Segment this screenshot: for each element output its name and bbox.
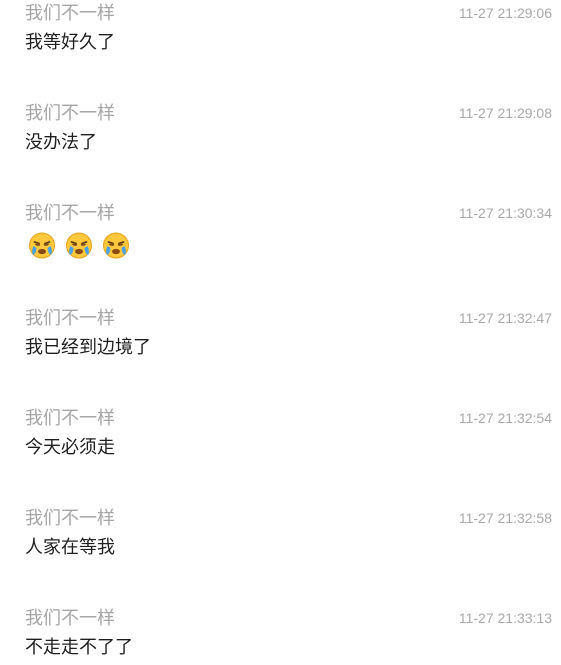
message-timestamp: 11-27 21:33:13 — [458, 610, 552, 626]
message-item: 我们不一样 11-27 21:32:47 我已经到边境了 — [0, 305, 561, 365]
message-timestamp: 11-27 21:29:06 — [458, 5, 552, 21]
message-text: 不走走不了了 — [25, 637, 133, 658]
message-item: 我们不一样 11-27 21:29:08 没办法了 — [0, 100, 561, 160]
message-text: 我已经到边境了 — [25, 337, 151, 358]
message-emoji-row — [27, 230, 131, 260]
message-item: 我们不一样 11-27 21:30:34 — [0, 200, 561, 260]
message-timestamp: 11-27 21:32:54 — [458, 410, 552, 426]
message-text: 今天必须走 — [25, 437, 115, 458]
message-timestamp: 11-27 21:29:08 — [458, 105, 552, 121]
crying-face-icon — [29, 232, 55, 259]
crying-face-icon — [66, 232, 92, 259]
message-timestamp: 11-27 21:30:34 — [458, 205, 552, 221]
message-sender[interactable]: 我们不一样 — [25, 508, 115, 530]
message-item: 我们不一样 11-27 21:33:13 不走走不了了 — [0, 605, 561, 665]
message-text: 我等好久了 — [25, 32, 115, 53]
message-sender[interactable]: 我们不一样 — [25, 308, 115, 330]
message-timestamp: 11-27 21:32:58 — [458, 510, 552, 526]
message-sender[interactable]: 我们不一样 — [25, 103, 115, 125]
chat-log: 我们不一样 11-27 21:29:06 我等好久了 我们不一样 11-27 2… — [0, 0, 561, 665]
crying-face-icon — [103, 232, 129, 259]
message-sender[interactable]: 我们不一样 — [25, 203, 115, 225]
message-text: 没办法了 — [25, 132, 97, 153]
message-sender[interactable]: 我们不一样 — [25, 608, 115, 630]
message-timestamp: 11-27 21:32:47 — [458, 310, 552, 326]
message-item: 我们不一样 11-27 21:32:58 人家在等我 — [0, 505, 561, 565]
message-text: 人家在等我 — [25, 537, 115, 558]
message-item: 我们不一样 11-27 21:32:54 今天必须走 — [0, 405, 561, 465]
message-sender[interactable]: 我们不一样 — [25, 408, 115, 430]
message-sender[interactable]: 我们不一样 — [25, 3, 115, 25]
message-item: 我们不一样 11-27 21:29:06 我等好久了 — [0, 0, 561, 60]
